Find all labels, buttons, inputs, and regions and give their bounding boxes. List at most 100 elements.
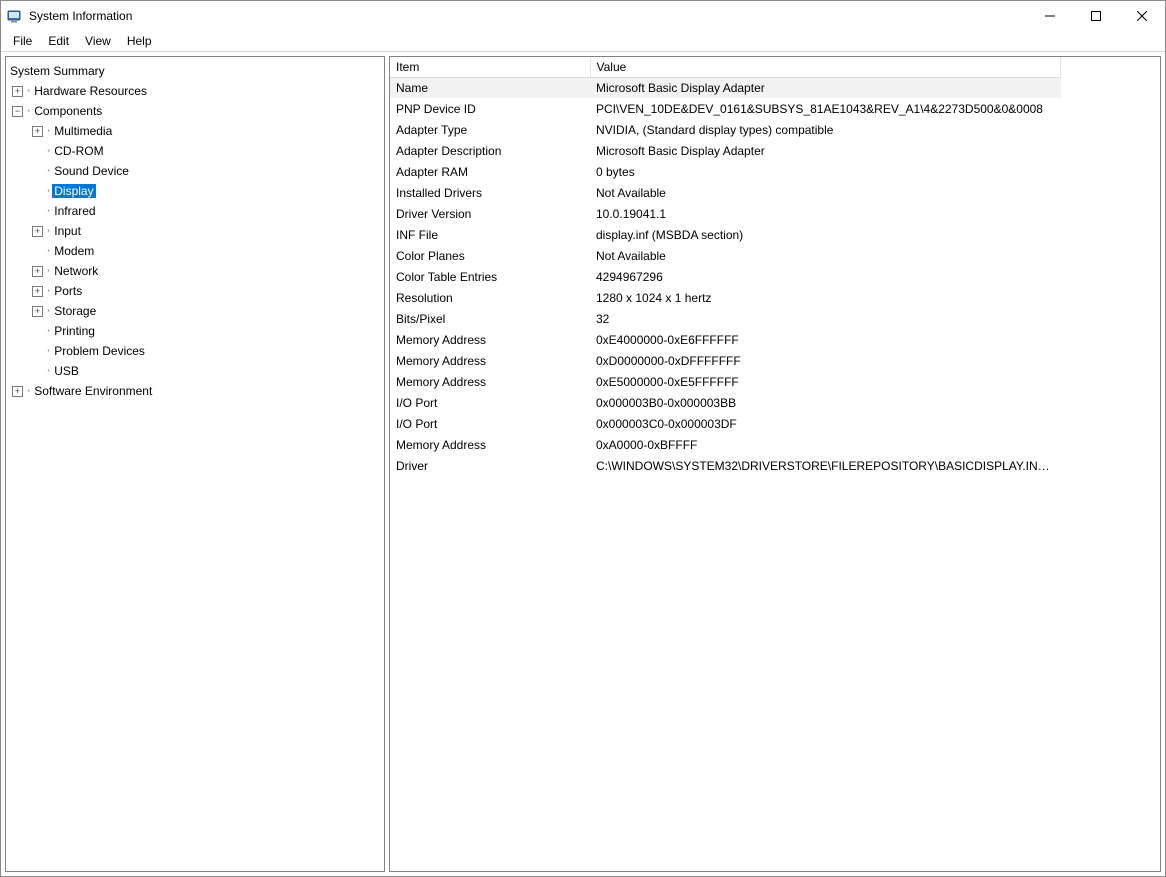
table-row[interactable]: Adapter DescriptionMicrosoft Basic Displ… [390,140,1061,161]
close-button[interactable] [1119,1,1165,31]
tree-item-cdrom[interactable]: · CD-ROM [8,141,382,161]
maximize-button[interactable] [1073,1,1119,31]
cell-value: 0xE5000000-0xE5FFFFFF [590,371,1061,392]
cell-value: display.inf (MSBDA section) [590,224,1061,245]
tree-connector: · [25,84,32,98]
cell-value: 0xD0000000-0xDFFFFFFF [590,350,1061,371]
cell-value: Not Available [590,182,1061,203]
table-row[interactable]: Driver Version10.0.19041.1 [390,203,1061,224]
cell-value: 0xA0000-0xBFFFF [590,434,1061,455]
table-row[interactable]: Color Table Entries4294967296 [390,266,1061,287]
tree-label: Infrared [52,204,97,218]
table-row[interactable]: I/O Port0x000003C0-0x000003DF [390,413,1061,434]
titlebar[interactable]: System Information [1,1,1165,31]
table-header-row: Item Value [390,57,1061,77]
tree-item-sound-device[interactable]: · Sound Device [8,161,382,181]
window-frame: System Information File Edit View Help S… [0,0,1166,877]
menu-edit[interactable]: Edit [40,32,77,50]
cell-value: 1280 x 1024 x 1 hertz [590,287,1061,308]
tree-label: Hardware Resources [32,84,149,98]
tree-root-system-summary[interactable]: System Summary [8,61,382,81]
cell-item: Color Planes [390,245,590,266]
table-row[interactable]: I/O Port0x000003B0-0x000003BB [390,392,1061,413]
menu-help[interactable]: Help [119,32,160,50]
window-controls [1027,1,1165,31]
tree-item-usb[interactable]: · USB [8,361,382,381]
cell-value: 10.0.19041.1 [590,203,1061,224]
tree-item-printing[interactable]: · Printing [8,321,382,341]
expand-icon[interactable]: + [12,86,23,97]
cell-item: Adapter Type [390,119,590,140]
table-row[interactable]: Color PlanesNot Available [390,245,1061,266]
table-row[interactable]: Bits/Pixel32 [390,308,1061,329]
tree-connector: · [45,144,52,158]
table-row[interactable]: Memory Address0xE5000000-0xE5FFFFFF [390,371,1061,392]
tree-label: Software Environment [32,384,154,398]
expand-icon[interactable]: + [32,266,43,277]
cell-value: Microsoft Basic Display Adapter [590,77,1061,98]
tree-connector: · [45,244,52,258]
cell-value: 0x000003C0-0x000003DF [590,413,1061,434]
cell-value: NVIDIA, (Standard display types) compati… [590,119,1061,140]
cell-item: Adapter Description [390,140,590,161]
table-row[interactable]: Adapter RAM0 bytes [390,161,1061,182]
tree-item-modem[interactable]: · Modem [8,241,382,261]
tree-pane[interactable]: System Summary + · Hardware Resources − … [5,56,385,872]
tree-item-network[interactable]: + · Network [8,261,382,281]
table-row[interactable]: Memory Address0xD0000000-0xDFFFFFFF [390,350,1061,371]
cell-value: 4294967296 [590,266,1061,287]
tree-connector: · [45,344,52,358]
table-row[interactable]: Resolution1280 x 1024 x 1 hertz [390,287,1061,308]
table-row[interactable]: Adapter TypeNVIDIA, (Standard display ty… [390,119,1061,140]
details-pane[interactable]: Item Value NameMicrosoft Basic Display A… [389,56,1161,872]
tree-item-software-environment[interactable]: + · Software Environment [8,381,382,401]
expand-icon[interactable]: + [32,286,43,297]
tree-label: Ports [52,284,84,298]
tree-connector: · [45,184,52,198]
tree-item-hardware-resources[interactable]: + · Hardware Resources [8,81,382,101]
app-icon [7,8,23,24]
cell-value: 0x000003B0-0x000003BB [590,392,1061,413]
collapse-icon[interactable]: − [12,106,23,117]
menu-file[interactable]: File [5,32,40,50]
cell-item: I/O Port [390,392,590,413]
tree-item-input[interactable]: + · Input [8,221,382,241]
column-header-item[interactable]: Item [390,57,590,77]
tree-item-problem-devices[interactable]: · Problem Devices [8,341,382,361]
expand-icon[interactable]: + [32,226,43,237]
tree-connector: · [25,384,32,398]
table-row[interactable]: NameMicrosoft Basic Display Adapter [390,77,1061,98]
tree-item-display[interactable]: · Display [8,181,382,201]
table-row[interactable]: Memory Address0xA0000-0xBFFFF [390,434,1061,455]
expand-icon[interactable]: + [12,386,23,397]
cell-item: Driver [390,455,590,476]
content-area: System Summary + · Hardware Resources − … [1,52,1165,876]
tree-label: Input [52,224,83,238]
column-header-value[interactable]: Value [590,57,1061,77]
tree-item-storage[interactable]: + · Storage [8,301,382,321]
minimize-button[interactable] [1027,1,1073,31]
tree-item-components[interactable]: − · Components [8,101,382,121]
expand-icon[interactable]: + [32,306,43,317]
cell-item: Color Table Entries [390,266,590,287]
tree-connector: · [45,364,52,378]
table-row[interactable]: DriverC:\WINDOWS\SYSTEM32\DRIVERSTORE\FI… [390,455,1061,476]
table-row[interactable]: INF Filedisplay.inf (MSBDA section) [390,224,1061,245]
cell-value: 32 [590,308,1061,329]
tree-connector: · [45,264,52,278]
cell-item: Resolution [390,287,590,308]
table-row[interactable]: Installed DriversNot Available [390,182,1061,203]
tree-item-infrared[interactable]: · Infrared [8,201,382,221]
tree-label: Sound Device [52,164,131,178]
tree-connector: · [45,284,52,298]
tree-label: USB [52,364,81,378]
table-row[interactable]: PNP Device IDPCI\VEN_10DE&DEV_0161&SUBSY… [390,98,1061,119]
menu-view[interactable]: View [77,32,119,50]
expand-icon[interactable]: + [32,126,43,137]
tree-label-selected: Display [52,184,95,198]
table-row[interactable]: Memory Address0xE4000000-0xE6FFFFFF [390,329,1061,350]
tree-item-ports[interactable]: + · Ports [8,281,382,301]
menubar: File Edit View Help [1,31,1165,52]
tree-label: Problem Devices [52,344,147,358]
tree-item-multimedia[interactable]: + · Multimedia [8,121,382,141]
